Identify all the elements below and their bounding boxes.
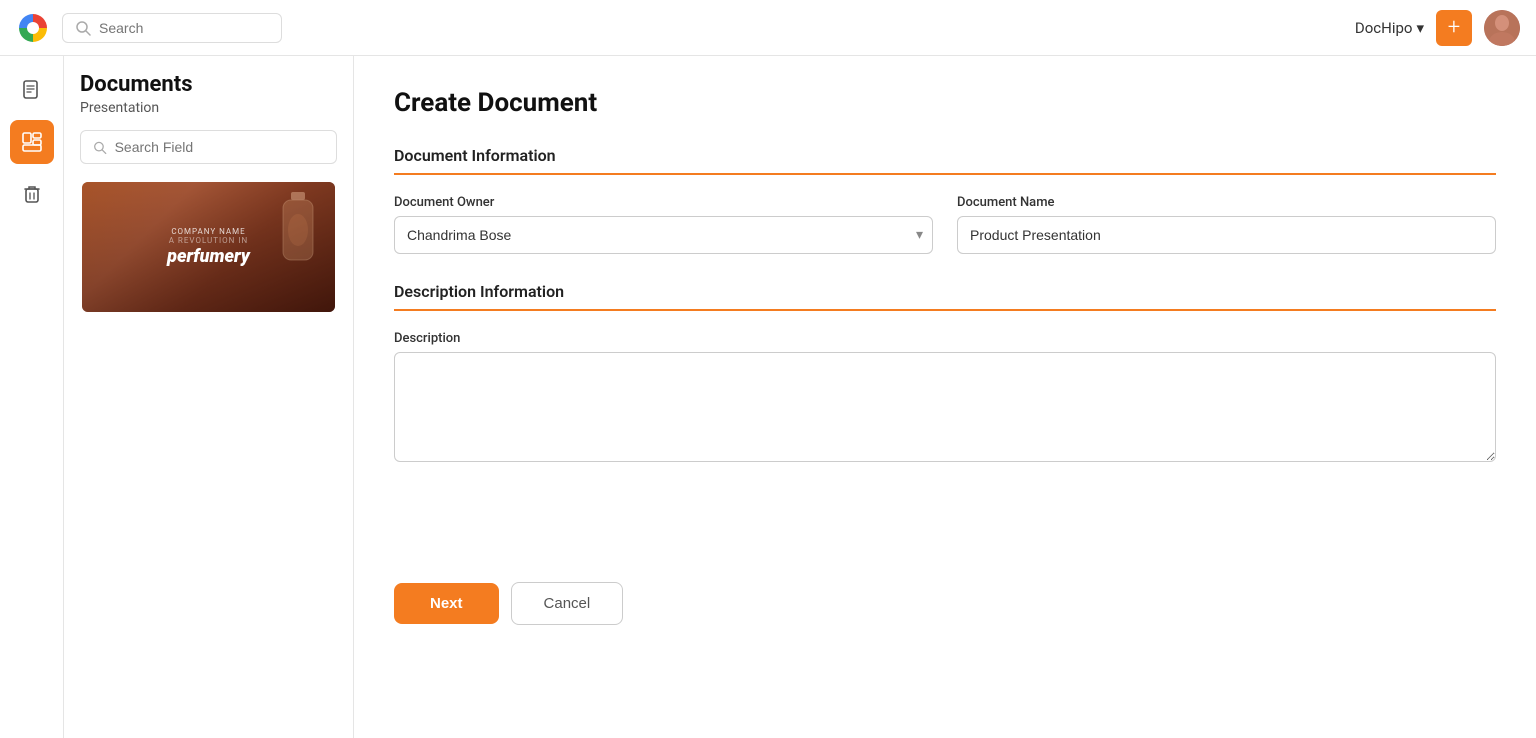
document-information-section: Document Information Document Owner Chan… [394,146,1496,254]
thumb-brand: COMPANY NAME [167,227,250,236]
add-button[interactable]: + [1436,10,1472,46]
left-panel-title: Documents [80,72,337,98]
sidebar-item-templates[interactable] [10,120,54,164]
top-nav: DocHipo ▾ + [0,0,1536,56]
document-information-header: Document Information [394,146,1496,175]
avatar-initials [1484,10,1520,46]
next-button[interactable]: Next [394,583,499,624]
cancel-button[interactable]: Cancel [511,582,624,625]
sidebar-item-documents[interactable] [10,68,54,112]
search-field-input[interactable] [115,139,324,155]
document-owner-select[interactable]: Chandrima Bose Other Owner [394,216,933,254]
document-name-input[interactable] [957,216,1496,254]
description-information-header: Description Information [394,282,1496,311]
search-field-icon [93,140,107,155]
main-content: Create Document Document Information Doc… [354,56,1536,738]
document-info-row: Document Owner Chandrima Bose Other Owne… [394,195,1496,254]
document-name-label: Document Name [957,195,1496,210]
nav-left [16,11,282,45]
brand-menu[interactable]: DocHipo ▾ [1355,19,1424,37]
document-name-group: Document Name [957,195,1496,254]
search-icon [75,20,91,36]
left-panel: Documents Presentation COMPANY NAME [64,56,354,738]
left-panel-subtitle: Presentation [80,100,337,116]
search-field-box[interactable] [80,130,337,164]
template-thumbnail[interactable]: COMPANY NAME A REVOLUTION IN perfumery [80,180,337,314]
chevron-down-icon: ▾ [1416,19,1424,37]
thumb-headline: perfumery [167,247,250,267]
body-wrap: Documents Presentation COMPANY NAME [0,56,1536,738]
plus-icon: + [1448,15,1460,40]
document-owner-group: Document Owner Chandrima Bose Other Owne… [394,195,933,254]
avatar[interactable] [1484,10,1520,46]
sidebar-icons [0,56,64,738]
app-logo[interactable] [16,11,50,45]
description-information-section: Description Information Description [394,282,1496,462]
page-title: Create Document [394,88,1496,118]
description-label: Description [394,331,1496,346]
document-owner-label: Document Owner [394,195,933,210]
document-owner-select-wrapper[interactable]: Chandrima Bose Other Owner ▾ [394,216,933,254]
brand-label: DocHipo [1355,19,1413,37]
form-actions: Next Cancel [394,582,1496,625]
description-textarea[interactable] [394,352,1496,462]
search-input[interactable] [99,20,269,36]
sidebar-item-trash[interactable] [10,172,54,216]
description-group: Description [394,331,1496,462]
thumb-image: COMPANY NAME A REVOLUTION IN perfumery [82,182,335,312]
nav-right: DocHipo ▾ + [1355,10,1520,46]
thumb-text: COMPANY NAME A REVOLUTION IN perfumery [167,227,250,267]
thumb-tagline: A REVOLUTION IN [167,236,250,245]
search-box[interactable] [62,13,282,43]
